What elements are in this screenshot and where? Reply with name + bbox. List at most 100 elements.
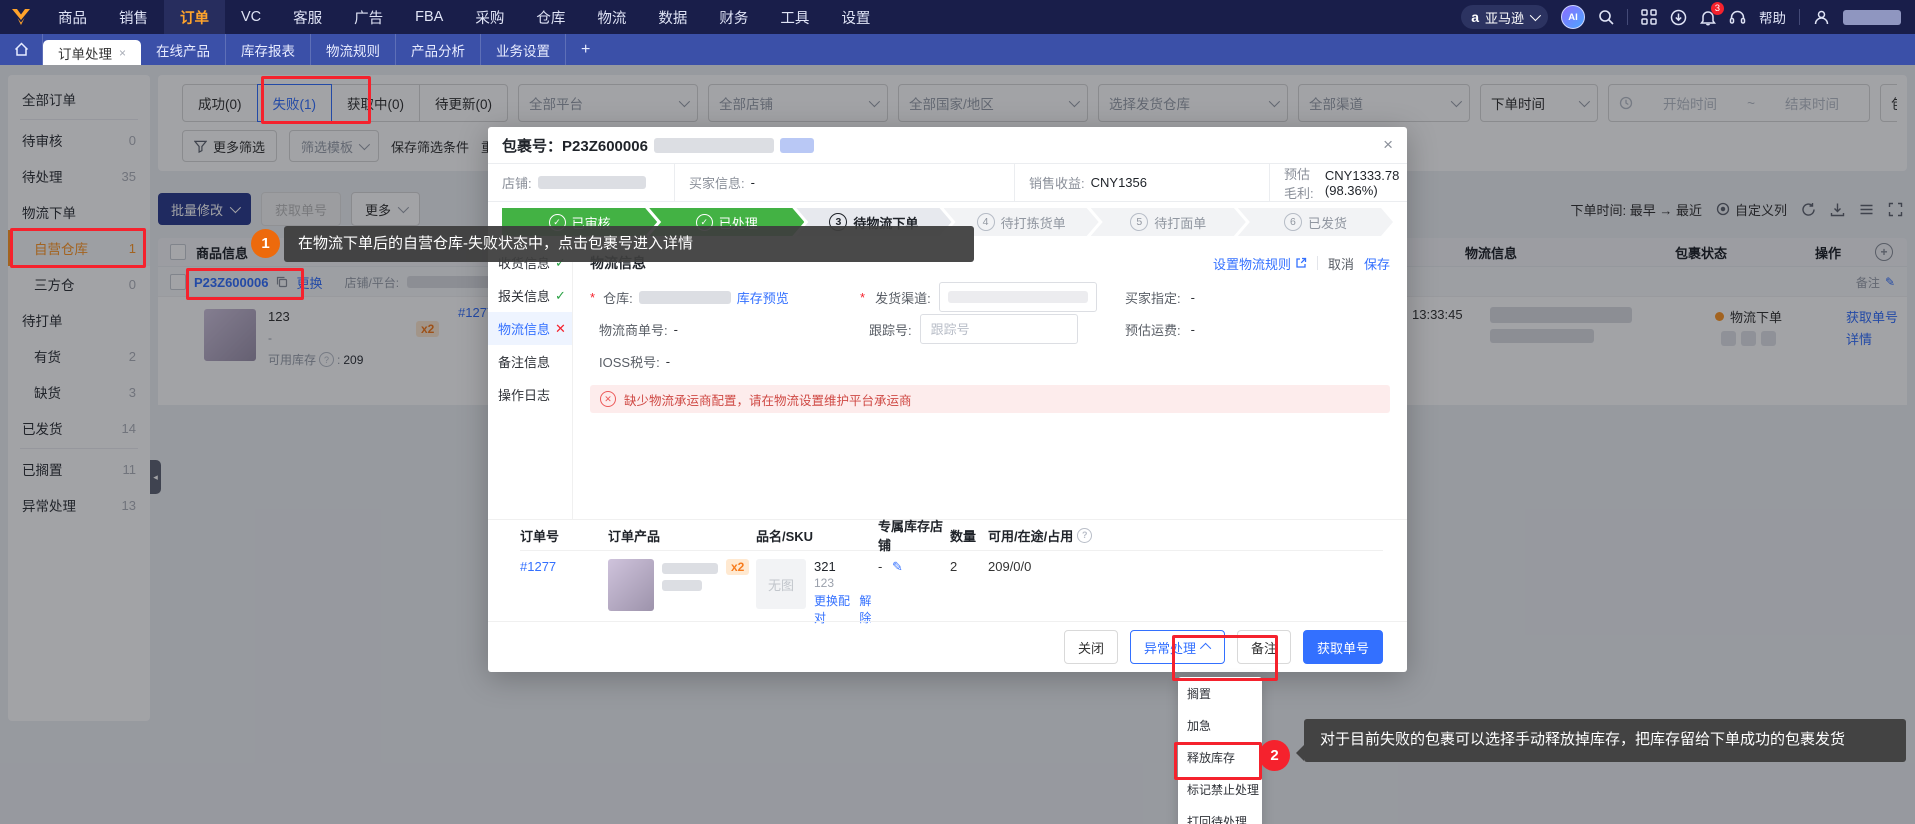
menu-item-hold[interactable]: 搁置 <box>1178 677 1262 709</box>
menu-item-urgent[interactable]: 加急 <box>1178 709 1262 741</box>
ioss-value: - <box>666 354 670 369</box>
nav-item-tools[interactable]: 工具 <box>764 0 825 34</box>
col-dedicated-store: 专属库存店铺 <box>878 516 950 554</box>
notification-badge: 3 <box>1711 2 1724 15</box>
form-row-1: *仓库: 库存预览 *发货渠道: 买家指定: - <box>590 281 1390 313</box>
blurred-line <box>662 563 718 574</box>
nav-item-warehouse[interactable]: 仓库 <box>520 0 581 34</box>
modal-info-row: 店铺: 买家信息: - 销售收益: CNY1356 预估毛利: CNY1333.… <box>488 163 1407 202</box>
nav-item-ads[interactable]: 广告 <box>338 0 399 34</box>
tab-label: 订单处理 <box>58 43 112 63</box>
modal-stock-cell: 209/0/0 <box>988 559 1383 574</box>
nav-item-settings[interactable]: 设置 <box>825 0 886 34</box>
info-profit: 预估毛利: CNY1333.78 (98.36%) <box>1269 164 1407 201</box>
annotation-badge-2: 2 <box>1259 740 1290 771</box>
buyer-value: - <box>1191 290 1195 305</box>
add-tab-button[interactable]: + <box>566 34 605 65</box>
nav-operation-log[interactable]: 操作日志 <box>488 378 572 411</box>
brand-logo-icon[interactable] <box>0 8 42 26</box>
user-avatar-icon[interactable] <box>1813 9 1830 26</box>
close-tab-icon[interactable]: × <box>119 46 126 60</box>
nav-item-purchase[interactable]: 采购 <box>459 0 520 34</box>
nav-item-data[interactable]: 数据 <box>642 0 703 34</box>
modal-order-table: 订单号 订单产品 品名/SKU 专属库存店铺 数量 可用/在途/占用 ? #12… <box>488 519 1407 631</box>
freight-value: - <box>1191 322 1195 337</box>
divider <box>1799 9 1800 25</box>
nav-item-service[interactable]: 客服 <box>277 0 338 34</box>
notifications-bell-icon[interactable]: 3 <box>1700 9 1716 26</box>
get-number-label: 获取单号 <box>1317 638 1369 657</box>
sku-text-col: 321 123 更换配对 解除 <box>814 559 878 626</box>
channel-label: 发货渠道: <box>875 288 931 307</box>
menu-item-release-stock[interactable]: 释放库存 <box>1178 741 1262 773</box>
apps-grid-icon[interactable] <box>1641 9 1657 25</box>
tab-inventory-report[interactable]: 库存报表 <box>226 34 311 65</box>
nav-label: 备注信息 <box>498 352 550 371</box>
col-stock-label: 可用/在途/占用 <box>988 526 1073 545</box>
error-x-icon: ✕ <box>555 321 566 337</box>
nav-item-finance[interactable]: 财务 <box>703 0 764 34</box>
modal-order-link[interactable]: #1277 <box>520 559 608 574</box>
tab-logistics-rules[interactable]: 物流规则 <box>311 34 396 65</box>
nav-logistics-info[interactable]: 物流信息✕ <box>488 312 572 345</box>
error-circle-icon: ✕ <box>600 391 616 407</box>
nav-item-logistics[interactable]: 物流 <box>581 0 642 34</box>
nav-item-sales[interactable]: 销售 <box>103 0 164 34</box>
col-order-product: 订单产品 <box>608 526 756 545</box>
info-store-label: 店铺: <box>502 173 532 192</box>
tab-order-processing[interactable]: 订单处理 × <box>43 40 141 65</box>
close-button[interactable]: 关闭 <box>1064 630 1118 664</box>
ai-assistant-button[interactable]: AI <box>1561 5 1585 29</box>
carrier-label: 物流商单号: <box>599 320 668 339</box>
tab-label: 产品分析 <box>411 40 465 60</box>
blurred-product-image <box>608 559 654 611</box>
chevron-down-icon <box>1530 10 1541 21</box>
modal-sku-cell: 无图 321 123 更换配对 解除 <box>756 559 878 626</box>
cancel-link[interactable]: 取消 <box>1328 254 1354 273</box>
add-tab-label: + <box>581 41 590 59</box>
nav-customs-info[interactable]: 报关信息✓ <box>488 279 572 312</box>
nav-item-products[interactable]: 商品 <box>42 0 103 34</box>
menu-item-return-to-pending[interactable]: 打回待处理 <box>1178 805 1262 824</box>
tab-product-analysis[interactable]: 产品分析 <box>396 34 481 65</box>
edit-pencil-icon[interactable]: ✎ <box>892 559 903 574</box>
step-label: 已发货 <box>1308 213 1347 232</box>
help-link[interactable]: 帮助 <box>1759 7 1786 27</box>
package-detail-modal: 包裹号：P23Z600006 × 店铺: 买家信息: - 销售收益: CNY13… <box>488 127 1407 672</box>
home-icon[interactable] <box>0 34 43 65</box>
search-icon[interactable] <box>1598 9 1614 25</box>
step-shipped: 6已发货 <box>1238 208 1393 236</box>
remark-button[interactable]: 备注 <box>1237 630 1291 664</box>
exception-label: 异常处理 <box>1144 638 1196 657</box>
save-link[interactable]: 保存 <box>1364 254 1390 273</box>
blurred-warehouse-value <box>639 291 731 304</box>
tab-online-products[interactable]: 在线产品 <box>141 34 226 65</box>
step-await-label: 5待打面单 <box>1091 208 1246 236</box>
step-label: 待打拣货单 <box>1001 213 1066 232</box>
exception-dropdown-menu: 搁置 加急 释放库存 标记禁止处理 打回待处理 <box>1178 677 1262 824</box>
nav-item-vc[interactable]: VC <box>225 0 277 34</box>
menu-item-mark-no-process[interactable]: 标记禁止处理 <box>1178 773 1262 805</box>
nav-label: 操作日志 <box>498 385 550 404</box>
modal-close-icon[interactable]: × <box>1383 135 1393 155</box>
annotation-tooltip-2: 对于目前失败的包裹可以选择手动释放掉库存，把库存留给下单成功的包裹发货 <box>1304 719 1906 762</box>
nav-remark-info[interactable]: 备注信息 <box>488 345 572 378</box>
set-logistics-rule-link[interactable]: 设置物流规则 <box>1213 254 1307 273</box>
error-text: 缺少物流承运商配置，请在物流设置维护平台承运商 <box>624 390 912 409</box>
headset-icon[interactable] <box>1729 9 1746 26</box>
get-tracking-number-button[interactable]: 获取单号 <box>1303 630 1383 664</box>
tab-business-settings[interactable]: 业务设置 <box>481 34 566 65</box>
help-icon[interactable]: ? <box>1077 528 1092 543</box>
blurred-line <box>662 580 702 591</box>
tracking-input[interactable] <box>929 321 1069 338</box>
exception-handling-button[interactable]: 异常处理 <box>1130 630 1225 664</box>
nav-item-fba[interactable]: FBA <box>399 0 459 34</box>
blurred-username <box>1843 10 1901 25</box>
info-profit-label: 预估毛利: <box>1284 164 1319 202</box>
carrier-config-error-banner: ✕ 缺少物流承运商配置，请在物流设置维护平台承运商 <box>590 385 1390 413</box>
download-circle-icon[interactable] <box>1670 9 1687 26</box>
nav-item-orders[interactable]: 订单 <box>164 0 225 34</box>
store-selector[interactable]: a 亚马逊 <box>1461 5 1548 29</box>
stock-preview-link[interactable]: 库存预览 <box>737 288 789 307</box>
channel-select[interactable] <box>939 282 1097 312</box>
